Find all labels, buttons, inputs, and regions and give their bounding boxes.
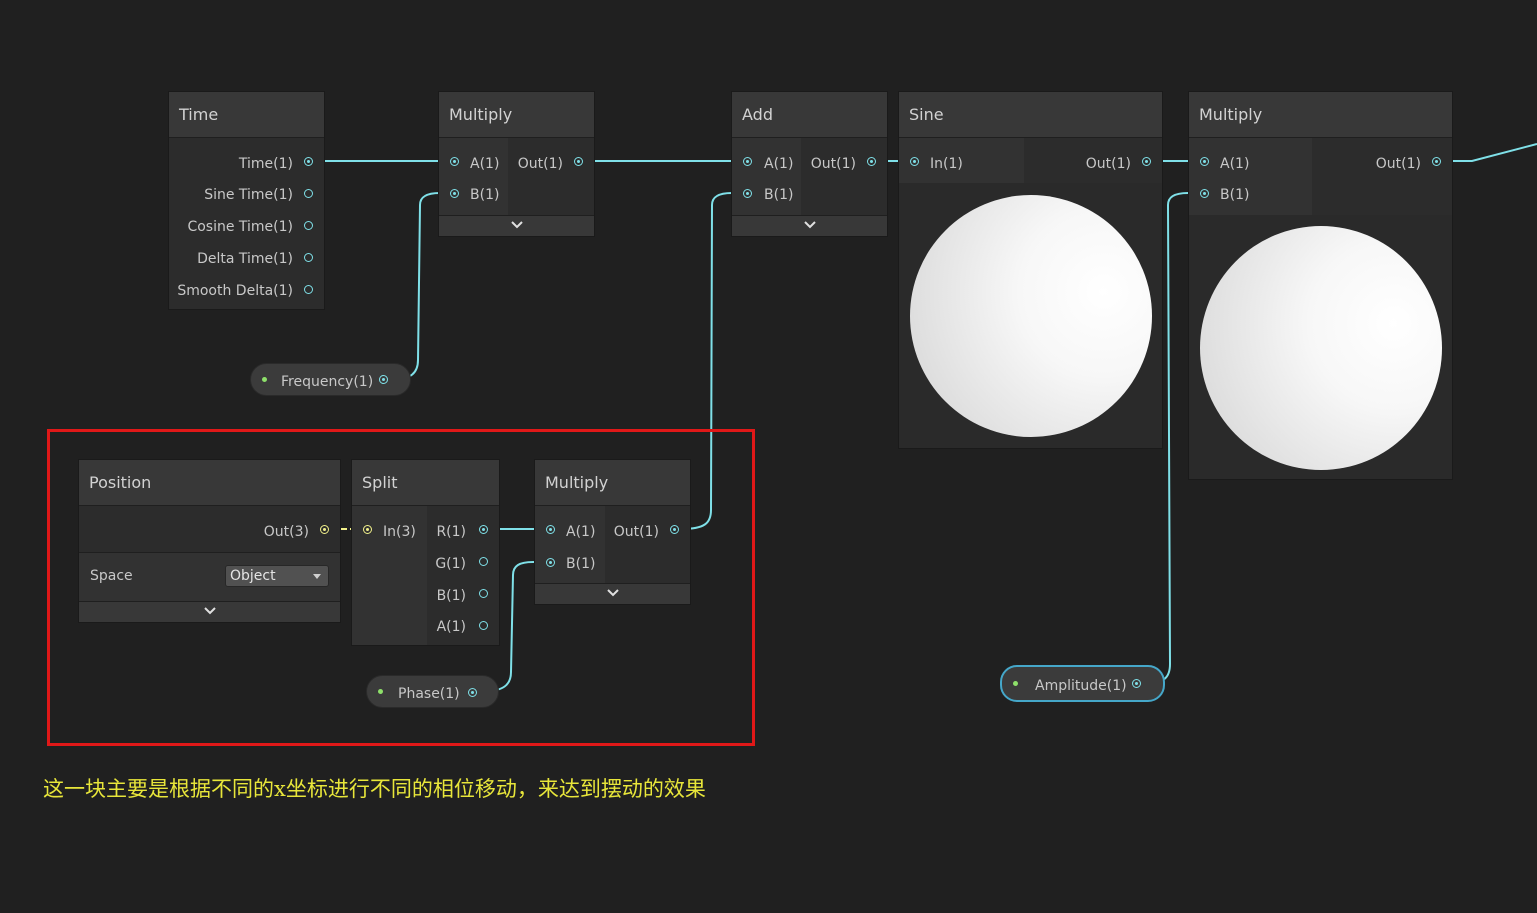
property-indicator [1013, 681, 1018, 686]
port-dot-in[interactable] [363, 525, 372, 534]
expand-footer[interactable] [732, 215, 887, 236]
output-out: Out(3) [263, 524, 309, 540]
port-dot-a[interactable] [546, 525, 555, 534]
chevron-down-icon [203, 607, 216, 615]
space-dropdown[interactable]: Object [225, 565, 329, 587]
node-title: Position [79, 460, 340, 506]
preview-area [899, 183, 1162, 448]
time-node[interactable]: Time Time(1) Sine Time(1) Cosine Time(1)… [168, 91, 325, 310]
amplitude-property[interactable]: Amplitude(1) [1000, 665, 1165, 702]
port-dot-r[interactable] [479, 525, 488, 534]
preview-area [1189, 215, 1452, 479]
input-a: A(1) [764, 156, 794, 172]
output-out: Out(1) [1085, 156, 1131, 172]
input-b: B(1) [764, 187, 794, 203]
output-sine-time: Sine Time(1) [204, 187, 293, 203]
frequency-property[interactable]: Frequency(1) [250, 363, 411, 396]
port-dot-out[interactable] [670, 525, 679, 534]
position-node[interactable]: Position Out(3) Space Object [78, 459, 341, 623]
annotation-text: 这一块主要是根据不同的x坐标进行不同的相位移动，来达到摆动的效果 [43, 777, 706, 801]
expand-footer[interactable] [535, 583, 690, 604]
space-label: Space [90, 568, 133, 584]
port-dot-sine-time[interactable] [304, 189, 313, 198]
input-b: B(1) [1220, 187, 1250, 203]
port-dot-out[interactable] [1132, 679, 1141, 688]
node-title: Split [352, 460, 499, 506]
port-dot-out[interactable] [574, 157, 583, 166]
port-dot-cosine-time[interactable] [304, 221, 313, 230]
port-dot-out[interactable] [1432, 157, 1441, 166]
add-node[interactable]: Add A(1) B(1) Out(1) [731, 91, 888, 237]
input-panel [1189, 138, 1312, 215]
input-in: In(1) [930, 156, 963, 172]
port-dot-b[interactable] [743, 189, 752, 198]
output-out: Out(1) [1375, 156, 1421, 172]
split-node[interactable]: Split In(3) R(1) G(1) B(1) A(1) [351, 459, 500, 646]
node-title: Time [169, 92, 324, 138]
multiply-node-1[interactable]: Multiply A(1) B(1) Out(1) [438, 91, 595, 237]
input-a: A(1) [1220, 156, 1250, 172]
output-time: Time(1) [238, 156, 293, 172]
node-title: Add [732, 92, 887, 138]
port-dot-b[interactable] [546, 558, 555, 567]
port-dot-in[interactable] [910, 157, 919, 166]
input-b: B(1) [566, 556, 596, 572]
input-panel [439, 138, 508, 215]
chevron-down-icon [510, 221, 523, 229]
output-cosine-time: Cosine Time(1) [187, 219, 293, 235]
expand-footer[interactable] [79, 601, 340, 622]
port-dot-a[interactable] [743, 157, 752, 166]
port-dot-b[interactable] [479, 589, 488, 598]
port-dot-b[interactable] [450, 189, 459, 198]
port-dot-smooth-delta[interactable] [304, 285, 313, 294]
output-out: Out(1) [810, 156, 856, 172]
preview-sphere [910, 195, 1152, 437]
phase-property[interactable]: Phase(1) [366, 675, 499, 708]
output-a: A(1) [436, 619, 466, 635]
output-g: G(1) [435, 556, 466, 572]
property-label: Amplitude(1) [1035, 678, 1127, 694]
chevron-down-icon [803, 221, 816, 229]
expand-footer[interactable] [439, 215, 594, 236]
input-b: B(1) [470, 187, 500, 203]
node-title: Multiply [535, 460, 690, 506]
input-a: A(1) [566, 524, 596, 540]
output-out: Out(1) [613, 524, 659, 540]
port-dot-b[interactable] [1200, 189, 1209, 198]
property-indicator [262, 377, 267, 382]
preview-sphere [1200, 226, 1442, 470]
port-dot-a[interactable] [479, 621, 488, 630]
port-dot-g[interactable] [479, 557, 488, 566]
port-dot-out[interactable] [867, 157, 876, 166]
wire-multiply-out [1442, 143, 1537, 162]
port-dot-a[interactable] [450, 157, 459, 166]
port-dot-out[interactable] [1142, 157, 1151, 166]
output-b: B(1) [436, 588, 466, 604]
dropdown-arrow-icon [313, 574, 321, 579]
port-dot-time[interactable] [304, 157, 313, 166]
output-out: Out(1) [517, 156, 563, 172]
property-label: Frequency(1) [281, 374, 374, 390]
port-dot-delta-time[interactable] [304, 253, 313, 262]
output-smooth-delta: Smooth Delta(1) [177, 283, 293, 299]
input-in: In(3) [383, 524, 416, 540]
space-value: Object [230, 568, 276, 584]
node-title: Multiply [439, 92, 594, 138]
port-dot-out[interactable] [379, 375, 388, 384]
output-delta-time: Delta Time(1) [197, 251, 293, 267]
node-title: Sine [899, 92, 1162, 138]
property-label: Phase(1) [398, 686, 460, 702]
multiply-node-2[interactable]: Multiply A(1) B(1) Out(1) [1188, 91, 1453, 480]
multiply-node-3[interactable]: Multiply A(1) B(1) Out(1) [534, 459, 691, 605]
output-r: R(1) [436, 524, 466, 540]
input-a: A(1) [470, 156, 500, 172]
input-panel [732, 138, 801, 215]
chevron-down-icon [606, 589, 619, 597]
port-dot-out[interactable] [468, 688, 477, 697]
node-title: Multiply [1189, 92, 1452, 138]
port-dot-a[interactable] [1200, 157, 1209, 166]
sine-node[interactable]: Sine In(1) Out(1) [898, 91, 1163, 449]
port-dot-out[interactable] [320, 525, 329, 534]
property-indicator [378, 689, 383, 694]
